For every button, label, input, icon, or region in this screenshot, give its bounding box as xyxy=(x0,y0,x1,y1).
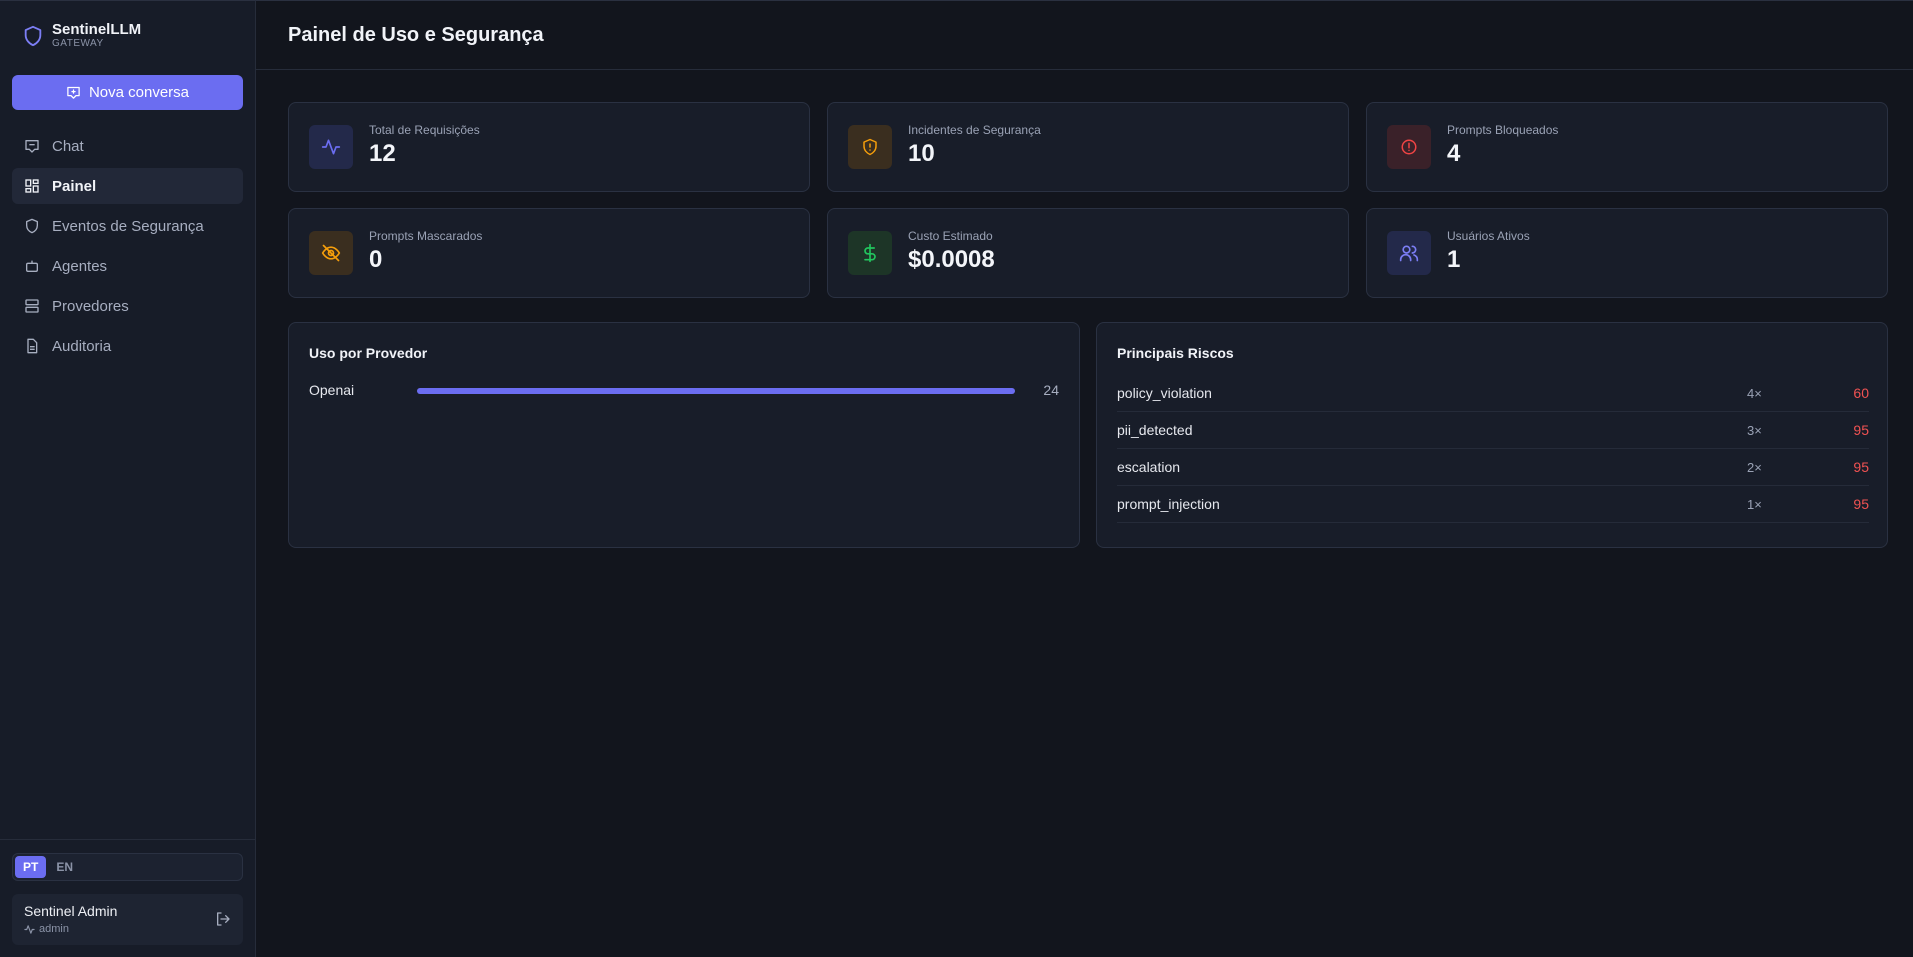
risk-count: 4× xyxy=(1747,386,1762,401)
stat-icon-box xyxy=(848,125,892,169)
user-card: Sentinel Admin admin xyxy=(12,894,243,945)
message-plus-icon xyxy=(67,86,80,99)
user-name: Sentinel Admin xyxy=(24,903,118,919)
stat-value: 0 xyxy=(369,246,383,273)
provider-usage-value: 24 xyxy=(1043,382,1059,398)
stat-label: Custo Estimado xyxy=(908,229,993,243)
stat-value: 10 xyxy=(908,140,935,167)
usage-by-provider-panel: Uso por Provedor Openai 24 xyxy=(288,322,1080,548)
risk-count: 1× xyxy=(1747,497,1762,512)
stat-card-active-users: Usuários Ativos 1 xyxy=(1366,208,1888,298)
stat-label: Usuários Ativos xyxy=(1447,229,1530,243)
list-item: policy_violation 4× 60 xyxy=(1117,375,1869,412)
stat-value: $0.0008 xyxy=(908,246,995,273)
shield-logo-icon xyxy=(24,25,42,46)
stat-value: 1 xyxy=(1447,246,1461,273)
stat-icon-box xyxy=(1387,125,1431,169)
new-chat-button[interactable]: Nova conversa xyxy=(12,75,243,110)
sidebar-item-label: Agentes xyxy=(52,257,108,275)
panel-title: Uso por Provedor xyxy=(309,345,428,361)
risk-score: 95 xyxy=(1853,422,1869,438)
risk-name: prompt_injection xyxy=(1117,496,1220,512)
sidebar-item-security-events[interactable]: Eventos de Segurança xyxy=(12,208,243,244)
bot-icon xyxy=(26,260,38,272)
stat-value: 4 xyxy=(1447,140,1461,167)
provider-row: Openai 24 xyxy=(309,380,1059,400)
stat-label: Total de Requisições xyxy=(369,123,480,137)
sidebar-item-label: Chat xyxy=(52,137,84,155)
brand-name: SentinelLLM xyxy=(52,21,142,38)
stat-label: Prompts Mascarados xyxy=(369,229,483,243)
top-bar: Painel de Uso e Segurança xyxy=(256,0,1913,70)
risk-score: 95 xyxy=(1853,496,1869,512)
provider-usage-bar xyxy=(417,388,1015,394)
dollar-icon xyxy=(864,243,876,263)
sidebar-item-painel[interactable]: Painel xyxy=(12,168,243,204)
activity-icon xyxy=(24,924,35,934)
stat-icon-box xyxy=(309,231,353,275)
alert-circle-icon xyxy=(1401,139,1417,155)
file-icon xyxy=(27,338,38,354)
brand-subtitle: GATEWAY xyxy=(52,38,104,49)
sidebar-item-chat[interactable]: Chat xyxy=(12,128,243,164)
stat-icon-box xyxy=(1387,231,1431,275)
provider-name: Openai xyxy=(309,382,355,398)
user-role: admin xyxy=(24,923,69,935)
risk-name: pii_detected xyxy=(1117,422,1193,438)
language-pt-button[interactable]: PT xyxy=(15,856,47,878)
list-item: prompt_injection 1× 95 xyxy=(1117,486,1869,523)
stat-value: 12 xyxy=(369,140,396,167)
stat-card-estimated-cost: Custo Estimado $0.0008 xyxy=(827,208,1349,298)
shield-icon xyxy=(26,218,38,234)
top-risks-panel: Principais Riscos policy_violation 4× 60… xyxy=(1096,322,1888,548)
sidebar-item-agents[interactable]: Agentes xyxy=(12,248,243,284)
user-role-label: admin xyxy=(39,923,69,935)
stat-card-security-incidents: Incidentes de Segurança 10 xyxy=(827,102,1349,192)
stat-card-blocked-prompts: Prompts Bloqueados 4 xyxy=(1366,102,1888,192)
stat-label: Incidentes de Segurança xyxy=(908,123,1041,137)
sidebar-item-label: Eventos de Segurança xyxy=(52,217,204,235)
risk-list: policy_violation 4× 60 pii_detected 3× 9… xyxy=(1117,375,1869,523)
activity-icon xyxy=(321,139,341,155)
risk-score: 60 xyxy=(1853,385,1869,401)
dashboard-icon xyxy=(25,179,39,193)
language-en-button[interactable]: EN xyxy=(48,856,81,878)
sidebar: SentinelLLM GATEWAY Nova conversa Chat P… xyxy=(0,0,256,957)
stat-label: Prompts Bloqueados xyxy=(1447,123,1559,137)
new-chat-label: Nova conversa xyxy=(88,84,190,101)
users-icon xyxy=(1399,245,1419,262)
sidebar-nav: Chat Painel Eventos de Segurança Agentes… xyxy=(12,128,243,368)
chat-icon xyxy=(25,140,39,153)
stat-card-masked-prompts: Prompts Mascarados 0 xyxy=(288,208,810,298)
list-item: pii_detected 3× 95 xyxy=(1117,412,1869,449)
stat-icon-box xyxy=(848,231,892,275)
eye-off-icon xyxy=(321,244,341,262)
risk-count: 2× xyxy=(1747,460,1762,475)
page-title: Painel de Uso e Segurança xyxy=(288,24,544,46)
logout-icon[interactable] xyxy=(215,911,231,927)
sidebar-divider xyxy=(0,839,255,840)
language-switcher: PT EN xyxy=(12,853,243,881)
provider-usage-fill xyxy=(417,388,1015,394)
sidebar-item-providers[interactable]: Provedores xyxy=(12,288,243,324)
server-icon xyxy=(25,299,39,313)
sidebar-item-audit[interactable]: Auditoria xyxy=(12,328,243,364)
sidebar-item-label: Painel xyxy=(52,177,97,195)
shield-alert-icon xyxy=(863,138,877,156)
stat-card-total-requests: Total de Requisições 12 xyxy=(288,102,810,192)
brand[interactable]: SentinelLLM GATEWAY xyxy=(22,21,141,50)
sidebar-item-label: Auditoria xyxy=(52,337,112,355)
panel-title: Principais Riscos xyxy=(1117,345,1234,361)
risk-score: 95 xyxy=(1853,459,1869,475)
stat-icon-box xyxy=(309,125,353,169)
list-item: escalation 2× 95 xyxy=(1117,449,1869,486)
risk-name: policy_violation xyxy=(1117,385,1212,401)
risk-count: 3× xyxy=(1747,423,1762,438)
risk-name: escalation xyxy=(1117,459,1181,475)
sidebar-item-label: Provedores xyxy=(52,297,129,315)
